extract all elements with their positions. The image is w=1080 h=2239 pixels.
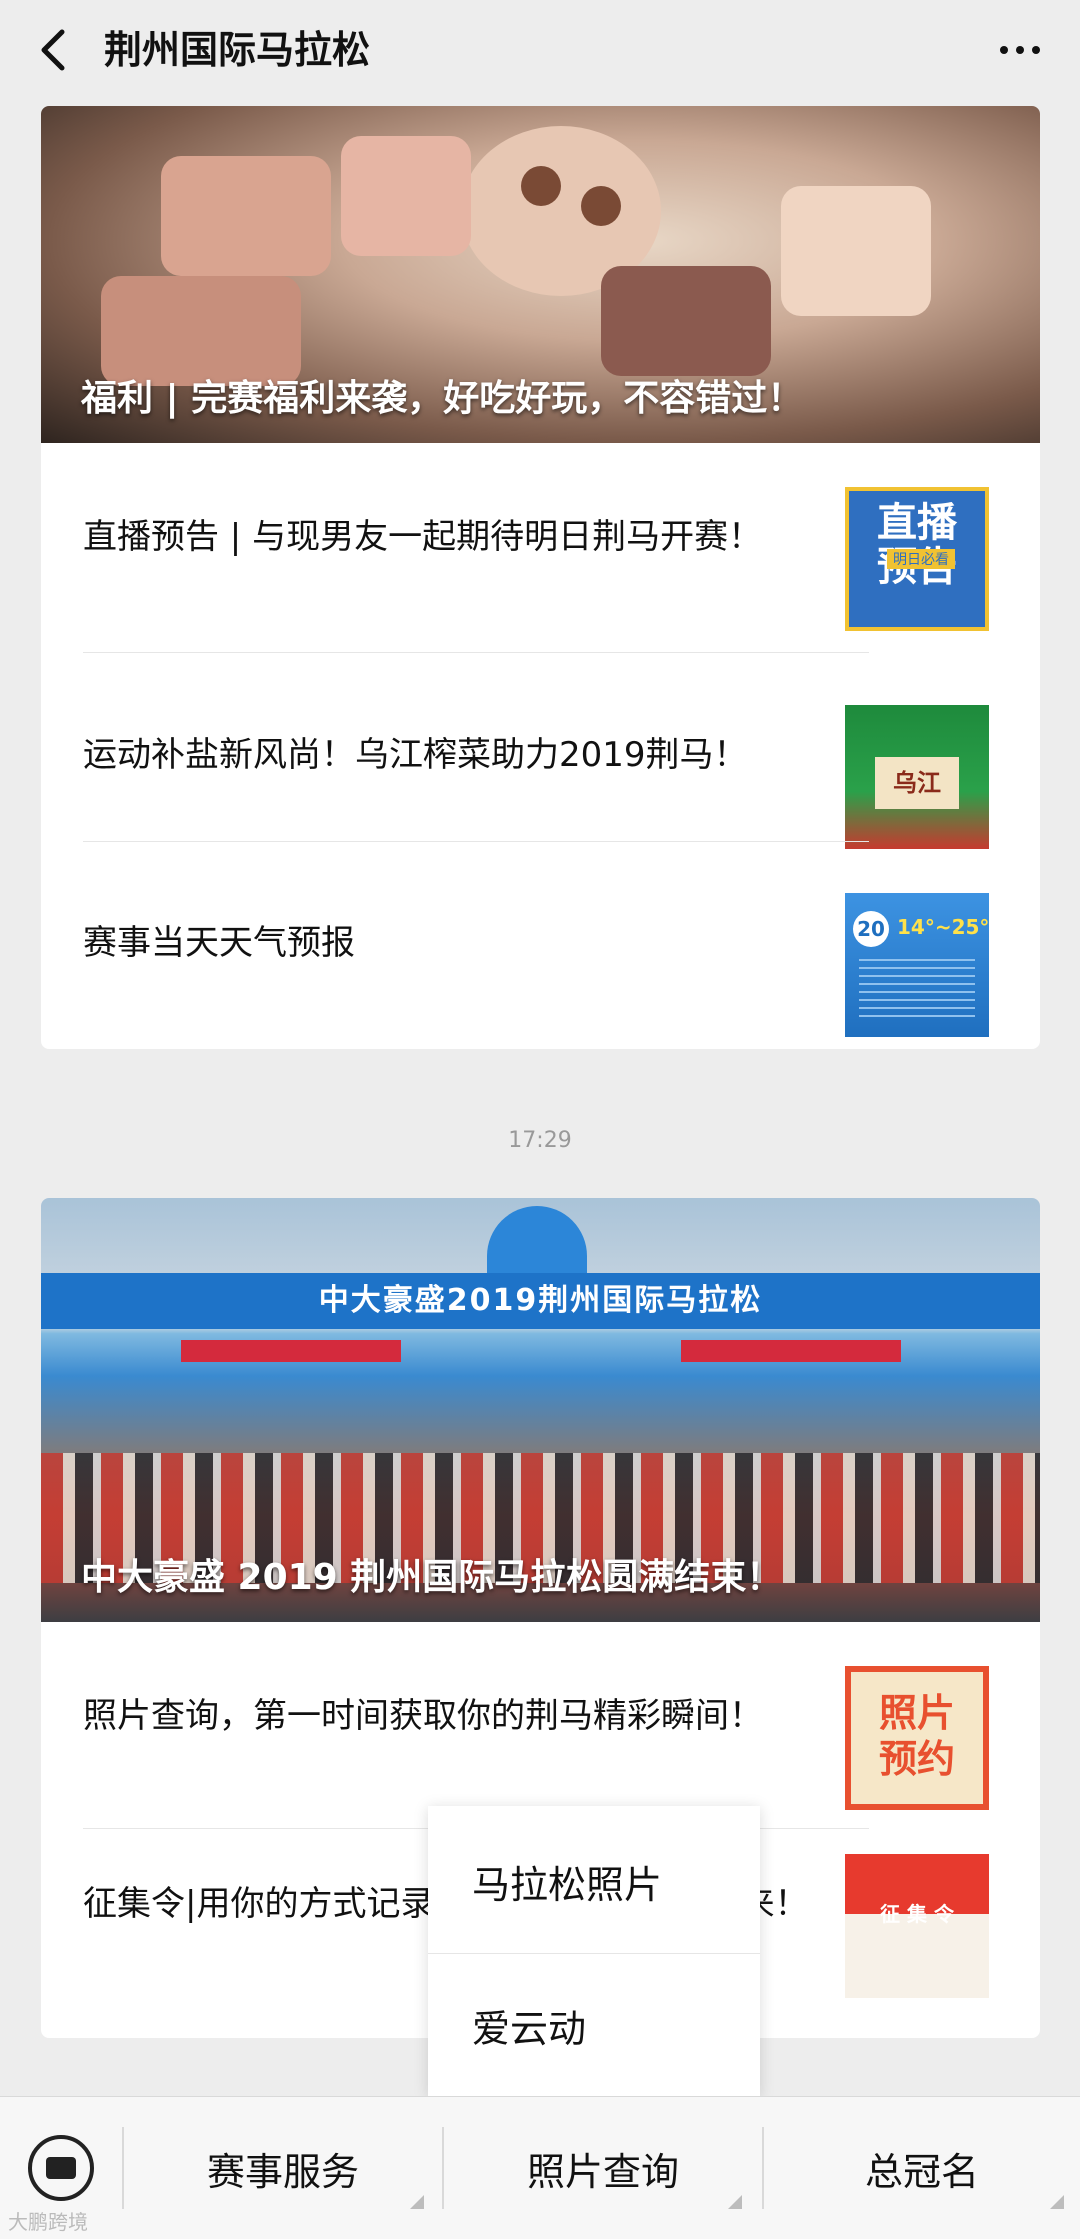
- article-thumbnail: 20 14°~25°: [845, 893, 989, 1037]
- article-title: 照片查询，第一时间获取你的荆马精彩瞬间！: [83, 1696, 763, 1736]
- keyboard-icon[interactable]: [28, 2135, 94, 2201]
- bottom-menu-bar: 赛事服务 照片查询 总冠名: [0, 2096, 1080, 2239]
- tab-photo-query[interactable]: 照片查询: [444, 2097, 762, 2239]
- message-card: 福利 | 完赛福利来袭，好吃好玩，不容错过！ 直播预告 | 与现男友一起期待明日…: [41, 106, 1040, 1049]
- menu-item-marathon-photos[interactable]: 马拉松照片: [472, 1854, 662, 1909]
- submenu-indicator-icon: [728, 2195, 742, 2209]
- article-item[interactable]: 运动补盐新风尚！乌江榨菜助力2019荆马！ 乌江: [83, 661, 989, 849]
- thumbnail-text: 照片 预约: [878, 1691, 955, 1781]
- thumbnail-text: 征 集 令: [880, 1902, 954, 1926]
- watermark: 大鹏跨境: [8, 2210, 88, 2234]
- article-item[interactable]: 赛事当天天气预报 20 14°~25°: [83, 849, 989, 1037]
- article-title: 运动补盐新风尚！乌江榨菜助力2019荆马！: [83, 735, 748, 775]
- divider: [428, 1953, 760, 1954]
- article-thumbnail: 直播 预告 明日必看: [845, 487, 989, 631]
- article-thumbnail: 乌江: [845, 705, 989, 849]
- tab-event-services[interactable]: 赛事服务: [124, 2097, 442, 2239]
- thumbnail-text: 乌江: [875, 757, 959, 809]
- popup-menu: 马拉松照片 爱云动: [428, 1806, 760, 2096]
- article-thumbnail: 照片 预约: [845, 1666, 989, 1810]
- submenu-indicator-icon: [410, 2195, 424, 2209]
- divider: [83, 841, 869, 842]
- cover-image[interactable]: 福利 | 完赛福利来袭，好吃好玩，不容错过！: [41, 106, 1040, 443]
- page-title: 荆州国际马拉松: [104, 28, 371, 72]
- article-thumbnail: 征 集 令: [845, 1854, 989, 1998]
- divider: [83, 652, 869, 653]
- chevron-left-icon[interactable]: [26, 20, 86, 80]
- article-title: 赛事当天天气预报: [83, 923, 355, 963]
- article-item[interactable]: 直播预告 | 与现男友一起期待明日荆马开赛！ 直播 预告 明日必看: [83, 443, 989, 631]
- thumbnail-text: 20: [853, 911, 889, 947]
- more-dots-icon[interactable]: [990, 20, 1050, 80]
- submenu-indicator-icon: [1050, 2195, 1064, 2209]
- cover-image[interactable]: 中大豪盛2019荆州国际马拉松 中大豪盛 2019 荆州国际马拉松圆满结束！: [41, 1198, 1040, 1622]
- tab-title-sponsor[interactable]: 总冠名: [764, 2097, 1080, 2239]
- thumbnail-subtext: 14°~25°: [897, 915, 990, 939]
- thumbnail-text: 直播 预告: [877, 500, 957, 589]
- article-item[interactable]: 照片查询，第一时间获取你的荆马精彩瞬间！ 照片 预约: [83, 1622, 989, 1810]
- event-banner: 中大豪盛2019荆州国际马拉松: [41, 1273, 1040, 1329]
- thumbnail-subtext: 明日必看: [887, 549, 955, 569]
- cover-title: 福利 | 完赛福利来袭，好吃好玩，不容错过！: [81, 378, 804, 419]
- article-title: 直播预告 | 与现男友一起期待明日荆马开赛！: [83, 517, 763, 557]
- menu-item-aiyundong[interactable]: 爱云动: [472, 1998, 586, 2053]
- message-timestamp: 17:29: [508, 1128, 572, 1153]
- cover-title: 中大豪盛 2019 荆州国际马拉松圆满结束！: [81, 1557, 783, 1598]
- top-bar: 荆州国际马拉松: [0, 0, 1080, 100]
